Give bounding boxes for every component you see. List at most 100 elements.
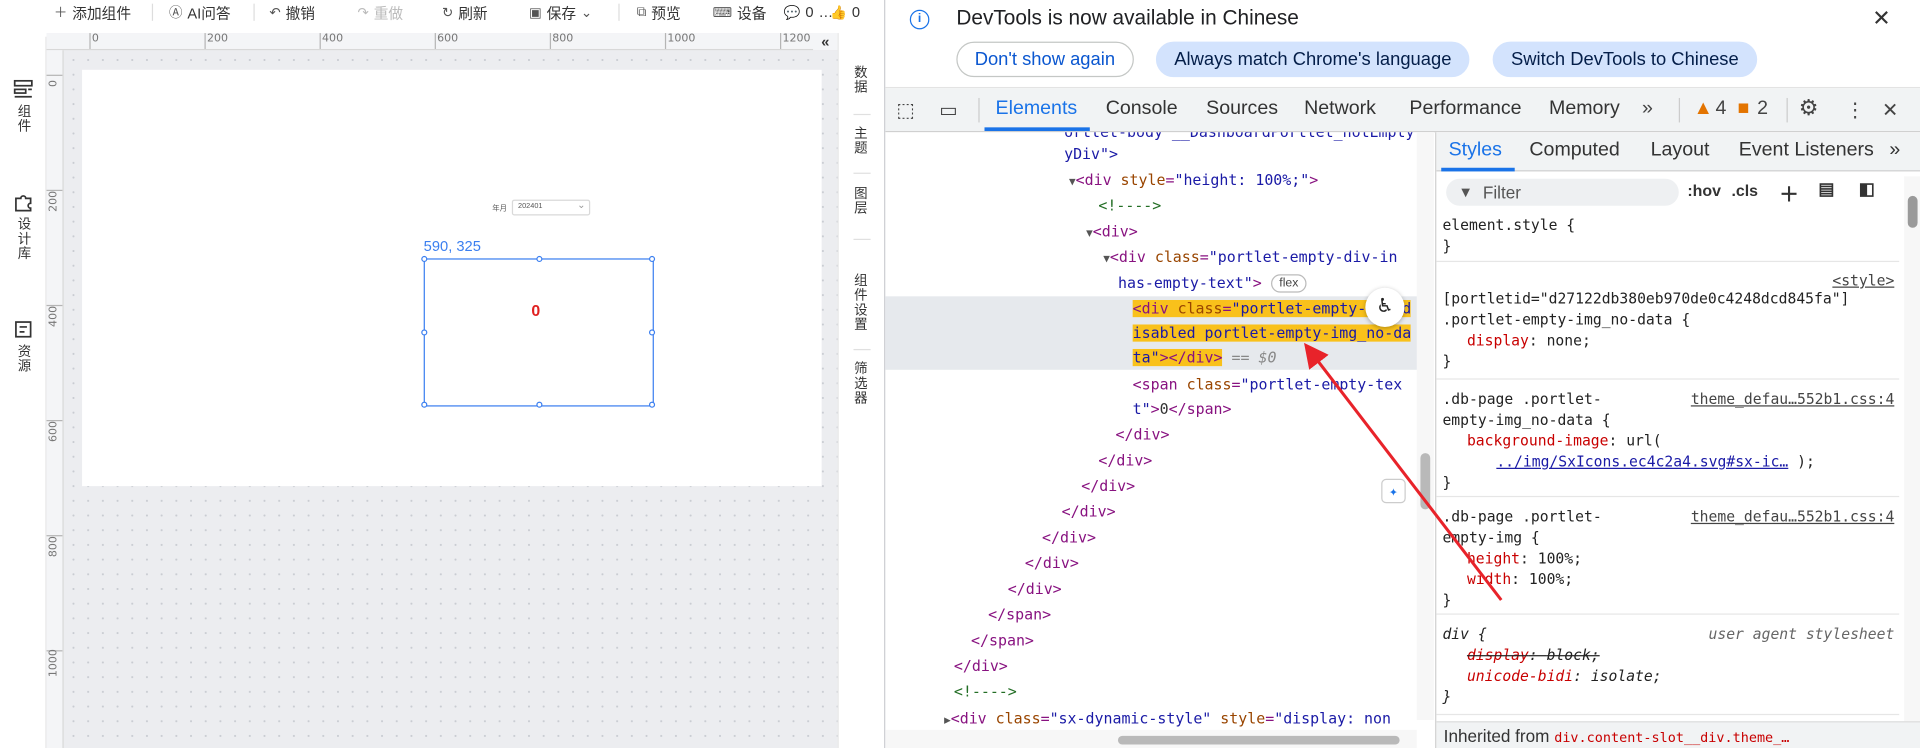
tree-line[interactable]: </div>	[1042, 525, 1096, 549]
class-toggle[interactable]: .cls	[1731, 181, 1758, 199]
more-tabs-icon[interactable]: »	[1889, 140, 1900, 162]
style-source-link[interactable]: theme_defau…552b1.css:4	[1691, 389, 1894, 410]
switch-to-chinese-button[interactable]: Switch DevTools to Chinese	[1492, 41, 1758, 78]
kebab-menu-icon[interactable]: ⋮	[1845, 98, 1865, 122]
sidebar-item-data[interactable]: 数据	[851, 65, 868, 94]
style-source-link[interactable]: <style>	[1832, 271, 1894, 292]
tree-line[interactable]: yDiv">	[1064, 142, 1118, 166]
error-icon[interactable]: ■	[1738, 98, 1750, 120]
devices-button[interactable]: ⌨ 设备	[713, 2, 767, 22]
tree-line-selected[interactable]: ta"></div> == $0	[1132, 345, 1276, 369]
always-match-language-button[interactable]: Always match Chrome's language	[1155, 41, 1470, 78]
sidebar-item-component-settings[interactable]: 组件设置	[851, 273, 868, 332]
preview-button[interactable]: ⧉ 预览	[637, 2, 681, 22]
style-rule-db-page-img[interactable]: theme_defau…552b1.css:4 .db-page .portle…	[1436, 502, 1900, 615]
svg-resource-link[interactable]: ../img/SxIcons.ec4c2a4.svg#sx-ic…	[1496, 453, 1788, 470]
sidebar-item-components[interactable]: 组件	[0, 78, 47, 133]
error-count[interactable]: 2	[1757, 98, 1768, 120]
tree-line[interactable]: </div>	[1116, 422, 1170, 446]
tree-line[interactable]: </span>	[971, 628, 1034, 652]
style-rule-portlet[interactable]: <style> [portletid="d27122db380eb970de0c…	[1436, 267, 1900, 380]
tab-styles[interactable]: Styles	[1449, 140, 1502, 162]
like-button[interactable]: 👍 0	[830, 2, 860, 22]
date-filter[interactable]: 年月 202401	[492, 198, 591, 216]
elements-tree[interactable]: ortlet-body __DashboardPortlet_notEmpty …	[885, 132, 1434, 748]
resize-handle[interactable]	[648, 329, 656, 336]
collapse-panel-icon[interactable]: «	[813, 33, 838, 51]
device-toolbar-icon[interactable]: ▭	[939, 98, 958, 122]
save-button[interactable]: ▣ 保存 ⌄	[529, 2, 592, 22]
refresh-button[interactable]: ↻ 刷新	[442, 2, 488, 22]
styles-filter-input[interactable]: ▼ Filter	[1446, 178, 1679, 206]
elements-horizontal-scrollbar[interactable]	[885, 729, 1417, 748]
tree-line[interactable]: ▼<div>	[1086, 219, 1138, 243]
ai-qa-button[interactable]: Ⓐ AI问答	[169, 2, 231, 22]
sidebar-toggle-icon[interactable]: ◧	[1859, 179, 1875, 200]
close-devtools-icon[interactable]: ✕	[1882, 98, 1898, 122]
tree-line[interactable]: </div>	[1062, 500, 1116, 524]
tab-performance[interactable]: Performance	[1409, 98, 1521, 120]
comments-button[interactable]: 💬 0…	[784, 2, 833, 22]
warning-count[interactable]: 4	[1716, 98, 1727, 120]
tree-line[interactable]: <!---->	[954, 680, 1017, 704]
resize-handle[interactable]	[421, 401, 428, 408]
settings-gear-icon[interactable]: ⚙	[1799, 96, 1819, 122]
tab-console[interactable]: Console	[1106, 98, 1178, 120]
resize-handle[interactable]	[648, 401, 656, 408]
elements-vertical-scrollbar[interactable]	[1416, 132, 1434, 721]
dont-show-again-button[interactable]: Don't show again	[956, 41, 1134, 78]
tree-line[interactable]: ▼<div class="portlet-empty-div-in	[1103, 245, 1397, 269]
sidebar-item-resources[interactable]: 资源	[0, 318, 47, 373]
tree-line[interactable]: t">0</span>	[1133, 397, 1232, 421]
resize-handle[interactable]	[421, 329, 428, 336]
resize-handle[interactable]	[536, 255, 543, 263]
sidebar-item-design-library[interactable]: 设计库	[0, 191, 47, 261]
undo-button[interactable]: ↶ 撤销	[269, 2, 315, 22]
tree-line[interactable]: ▼<div style="height: 100%;">	[1069, 168, 1318, 192]
tree-line[interactable]: </div>	[1008, 577, 1062, 601]
tree-line[interactable]: </div>	[1081, 474, 1135, 498]
style-rule-user-agent[interactable]: user agent stylesheet div { display: blo…	[1436, 620, 1900, 716]
tab-memory[interactable]: Memory	[1549, 98, 1620, 120]
tree-line-selected[interactable]: isabled portlet-empty-img_no-da	[1132, 321, 1412, 345]
tab-elements[interactable]: Elements	[996, 98, 1078, 120]
resize-handle[interactable]	[648, 255, 656, 263]
resize-handle[interactable]	[421, 255, 428, 263]
new-rule-icon[interactable]: ＋	[1779, 178, 1799, 207]
style-source-link[interactable]: theme_defau…552b1.css:4	[1691, 507, 1894, 528]
flex-badge[interactable]: flex	[1270, 274, 1307, 293]
tree-line[interactable]: has-empty-text"> flex	[1118, 271, 1307, 295]
sidebar-item-layers[interactable]: 图层	[851, 186, 868, 215]
style-rule-element[interactable]: element.style { }	[1436, 216, 1900, 263]
inspect-element-icon[interactable]: ⬚	[896, 98, 915, 122]
tab-computed[interactable]: Computed	[1529, 140, 1619, 162]
tab-layout[interactable]: Layout	[1651, 140, 1710, 162]
paint-icon[interactable]: ▤	[1818, 179, 1834, 200]
redo-button[interactable]: ↷ 重做	[358, 2, 404, 22]
accessibility-icon[interactable]: ♿	[1365, 287, 1405, 327]
style-rule-db-page-nodata[interactable]: theme_defau…552b1.css:4 .db-page .portle…	[1436, 384, 1900, 498]
tree-line[interactable]: </div>	[954, 654, 1008, 678]
warning-icon[interactable]: ▲	[1693, 98, 1712, 120]
inherited-selector-link[interactable]: div.content-slot__div.theme_…	[1554, 730, 1789, 746]
tree-line[interactable]: ▶<div class="sx-dynamic-style" style="di…	[944, 707, 1391, 731]
resize-handle[interactable]	[536, 401, 543, 408]
selected-widget[interactable]	[421, 255, 656, 408]
close-icon[interactable]: ✕	[1872, 6, 1890, 32]
tree-line[interactable]: <!---->	[1098, 193, 1161, 217]
sidebar-item-filters[interactable]: 筛选器	[851, 361, 868, 405]
tab-sources[interactable]: Sources	[1206, 98, 1278, 120]
date-filter-select[interactable]: 202401	[511, 198, 591, 216]
tree-line[interactable]: <span class="portlet-empty-tex	[1133, 372, 1403, 396]
tree-line[interactable]: </div>	[1025, 551, 1079, 575]
sidebar-item-theme[interactable]: 主题	[851, 126, 868, 155]
tab-event-listeners[interactable]: Event Listeners	[1739, 140, 1874, 162]
tree-line[interactable]: </div>	[1098, 448, 1152, 472]
more-tabs-icon[interactable]: »	[1642, 98, 1653, 120]
ai-assist-icon[interactable]: ✦	[1381, 478, 1406, 504]
styles-scrollbar[interactable]	[1904, 176, 1920, 728]
add-component-button[interactable]: ＋添加组件	[54, 2, 131, 22]
tree-line[interactable]: </span>	[988, 602, 1051, 626]
tab-network[interactable]: Network	[1304, 98, 1376, 120]
hover-state-toggle[interactable]: :hov	[1687, 181, 1721, 199]
